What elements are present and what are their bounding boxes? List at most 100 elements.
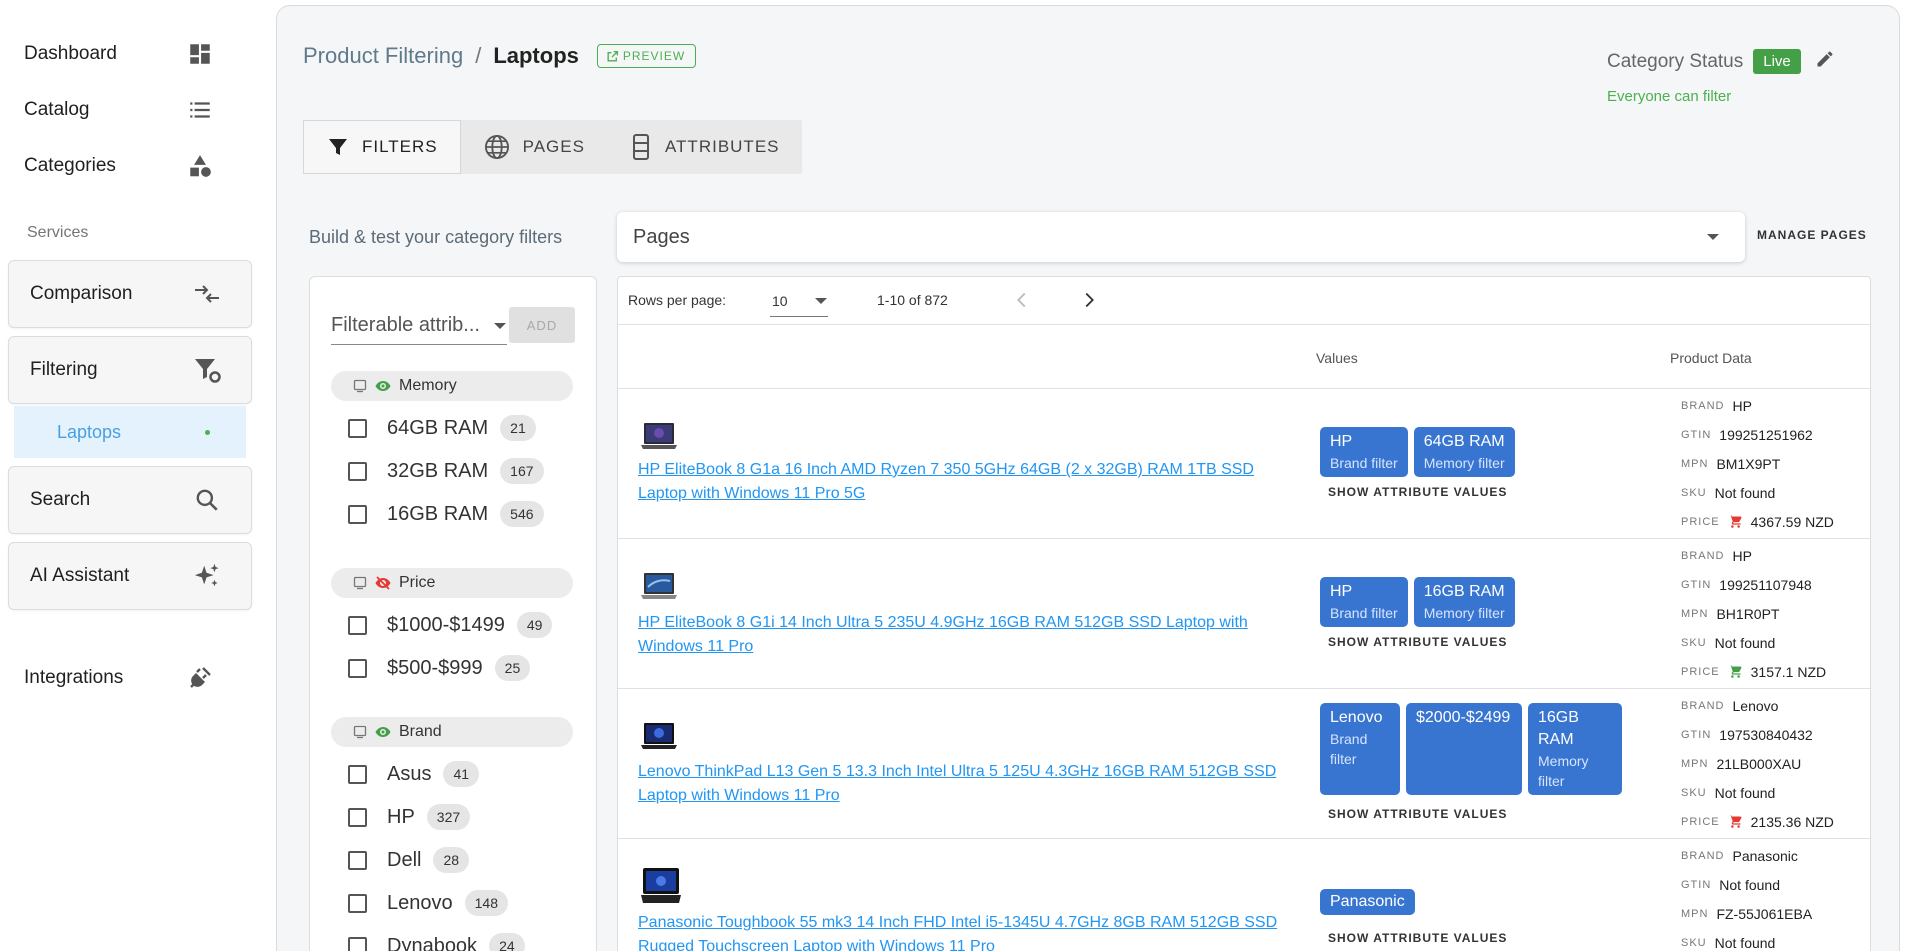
attribute-chips: Panasonic: [1320, 889, 1415, 915]
pages-select[interactable]: Pages: [617, 212, 1745, 262]
field-key: MPN: [1681, 757, 1709, 770]
product-link[interactable]: HP EliteBook 8 G1i 14 Inch Ultra 5 235U …: [638, 611, 1278, 659]
sidebar: Dashboard Catalog Categories Services Co…: [0, 0, 272, 951]
filter-group-memory[interactable]: Memory: [331, 371, 573, 401]
filter-option-count: 148: [464, 890, 508, 916]
attribute-chip[interactable]: Lenovo Brand filter: [1320, 703, 1400, 795]
filter-option[interactable]: Asus 41: [348, 759, 480, 789]
filter-option-label: Lenovo: [387, 891, 453, 914]
checkbox[interactable]: [348, 850, 367, 870]
filterable-attribute-select[interactable]: Filterable attrib...: [331, 307, 507, 345]
sidebar-item-catalog[interactable]: Catalog: [0, 86, 240, 134]
filter-option-count: 167: [500, 458, 544, 484]
category-shapes-icon: [186, 152, 214, 180]
sidebar-item-categories[interactable]: Categories: [0, 142, 240, 190]
chip-value: HP: [1330, 433, 1353, 450]
field-value: BH1R0PT: [1716, 605, 1780, 622]
filter-option[interactable]: Dynabook 24: [348, 931, 525, 951]
filter-option[interactable]: $1000-$1499 49: [348, 610, 553, 640]
checkbox[interactable]: [348, 764, 367, 784]
show-attribute-values-button[interactable]: SHOW ATTRIBUTE VALUES: [1328, 635, 1507, 649]
filter-option[interactable]: 32GB RAM 167: [348, 456, 544, 486]
field-value: FZ-55J061EBA: [1716, 905, 1813, 922]
attribute-chip[interactable]: 16GB RAM Memory filter: [1413, 577, 1515, 627]
sidebar-item-dashboard[interactable]: Dashboard: [0, 30, 240, 78]
previous-page-button[interactable]: [1011, 289, 1033, 316]
checkbox[interactable]: [348, 807, 367, 827]
field-key: PRICE: [1681, 665, 1720, 678]
filter-option[interactable]: Dell 28: [348, 845, 470, 875]
filter-option-label: 16GB RAM: [387, 502, 489, 525]
checkbox[interactable]: [348, 658, 367, 678]
product-data: BRAND HP GTIN 199251107948 MPN BH1R0PT SKU N…: [1681, 541, 1870, 686]
rows-per-page-label: Rows per page:: [628, 292, 727, 308]
filter-option-label: Asus: [387, 762, 432, 785]
filter-option[interactable]: Lenovo 148: [348, 888, 508, 918]
attribute-chip[interactable]: HP Brand filter: [1320, 577, 1408, 627]
checkbox[interactable]: [348, 418, 367, 438]
field-value: Not found: [1719, 876, 1780, 893]
filter-option-label: 64GB RAM: [387, 416, 489, 439]
field-key: GTIN: [1681, 728, 1712, 741]
edit-status-button[interactable]: [1815, 49, 1835, 74]
filter-option-count: 41: [443, 761, 480, 787]
sidebar-item-ai-assistant[interactable]: AI Assistant: [8, 542, 252, 610]
preview-button[interactable]: PREVIEW: [596, 44, 697, 68]
chip-value: $2000-$2499: [1416, 709, 1511, 726]
chip-value: Lenovo: [1330, 709, 1383, 726]
filter-group-brand[interactable]: Brand: [331, 717, 573, 747]
attribute-chip[interactable]: 16GB RAM Memory filter: [1528, 703, 1622, 795]
add-attribute-button[interactable]: ADD: [509, 307, 575, 343]
product-link[interactable]: Lenovo ThinkPad L13 Gen 5 13.3 Inch Inte…: [638, 760, 1278, 808]
attribute-chip[interactable]: Panasonic: [1320, 889, 1415, 915]
product-link[interactable]: HP EliteBook 8 G1a 16 Inch AMD Ryzen 7 3…: [638, 458, 1278, 506]
rows-per-page-select[interactable]: 10: [770, 285, 828, 317]
eye-icon: [375, 727, 391, 737]
chip-filter: Memory filter: [1423, 455, 1505, 471]
checkbox[interactable]: [348, 504, 367, 524]
field-value: 199251251962: [1719, 426, 1813, 443]
checkbox[interactable]: [348, 893, 367, 913]
manage-pages-button[interactable]: MANAGE PAGES: [1757, 228, 1867, 242]
checkbox[interactable]: [348, 615, 367, 635]
show-attribute-values-button[interactable]: SHOW ATTRIBUTE VALUES: [1328, 485, 1507, 499]
main-content: Product Filtering / Laptops PREVIEW Cate…: [276, 5, 1900, 951]
chip-value: HP: [1330, 583, 1353, 600]
filter-option[interactable]: 16GB RAM 546: [348, 499, 544, 529]
filter-option[interactable]: 64GB RAM 21: [348, 413, 536, 443]
product-thumbnail: [641, 868, 681, 903]
sidebar-item-integrations[interactable]: Integrations: [0, 654, 240, 702]
tab-filters[interactable]: FILTERS: [303, 120, 461, 174]
chip-value: Panasonic: [1330, 893, 1405, 910]
field-value: Not found: [1714, 634, 1776, 651]
show-attribute-values-button[interactable]: SHOW ATTRIBUTE VALUES: [1328, 807, 1507, 821]
attribute-chip[interactable]: $2000-$2499: [1406, 703, 1522, 795]
filter-group-price[interactable]: Price: [331, 568, 573, 598]
product-field: BRAND Panasonic: [1681, 841, 1870, 870]
list-icon: [186, 96, 214, 124]
tab-label: ATTRIBUTES: [664, 137, 780, 156]
attribute-chip[interactable]: 64GB RAM Memory filter: [1413, 427, 1515, 477]
breadcrumb-parent[interactable]: Product Filtering: [303, 43, 463, 69]
tab-attributes[interactable]: ATTRIBUTES: [607, 120, 802, 174]
tab-pages[interactable]: PAGES: [461, 120, 607, 174]
show-attribute-values-button[interactable]: SHOW ATTRIBUTE VALUES: [1328, 931, 1507, 945]
filter-option[interactable]: $500-$999 25: [348, 653, 531, 683]
sidebar-subitem-laptops[interactable]: Laptops: [14, 406, 246, 458]
table-row: Lenovo ThinkPad L13 Gen 5 13.3 Inch Inte…: [618, 689, 1870, 839]
product-link[interactable]: Panasonic Toughbook 55 mk3 14 Inch FHD I…: [638, 911, 1278, 951]
filter-option-label: $500-$999: [387, 656, 483, 679]
sidebar-item-filtering[interactable]: Filtering: [8, 336, 252, 404]
chip-filter: Brand filter: [1330, 605, 1398, 621]
checkbox[interactable]: [348, 461, 367, 481]
product-field: GTIN 197530840432: [1681, 720, 1870, 749]
sidebar-item-comparison[interactable]: Comparison: [8, 260, 252, 328]
sidebar-item-search[interactable]: Search: [8, 466, 252, 534]
attribute-chip[interactable]: HP Brand filter: [1320, 427, 1408, 477]
checkbox[interactable]: [348, 936, 367, 951]
next-page-button[interactable]: [1078, 289, 1100, 316]
field-value: HP: [1732, 547, 1752, 564]
filter-option[interactable]: HP 327: [348, 802, 471, 832]
breadcrumb-current: Laptops: [493, 43, 579, 68]
filter-option-label: Dynabook: [387, 934, 478, 951]
